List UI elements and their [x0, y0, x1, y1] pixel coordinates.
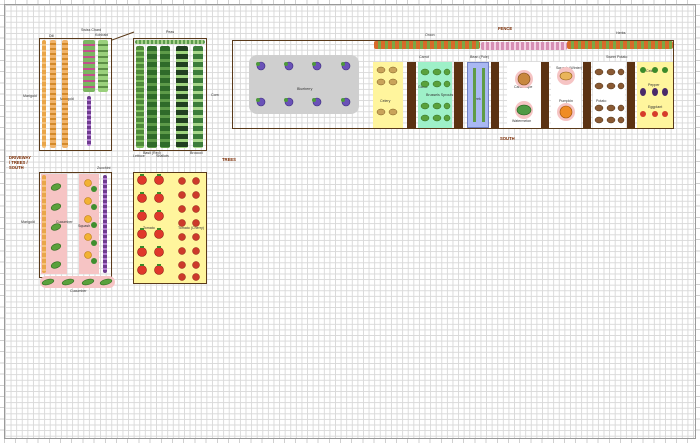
driveway-label-text: DRIVEWAY / TREES / SOUTH	[9, 155, 31, 170]
kale-row-1	[147, 46, 157, 148]
zucchini-label: Zucchini	[97, 166, 111, 170]
herb-fence-row	[567, 41, 673, 49]
marigold-left-top-label: Marigold	[23, 94, 37, 98]
peas-label: Peas	[166, 30, 175, 34]
lettuce-row	[136, 46, 144, 148]
trees-label: TREES	[222, 157, 236, 162]
carrot-label: Carrot	[419, 55, 429, 59]
driveway-label: DRIVEWAY / TREES / SOUTH	[9, 155, 31, 170]
onion-label: Onion	[425, 33, 435, 37]
dill-label: Dill	[49, 34, 54, 38]
kohlrabi-row	[98, 40, 108, 92]
ruler-right	[696, 4, 700, 439]
marigold-row-left	[42, 40, 46, 148]
shallots-label: Shallots	[156, 154, 169, 158]
bean-pole-label: Bean (Pole)	[470, 55, 489, 59]
blueberry-bushes	[256, 61, 351, 107]
cucumber-bottom-label: Cucumber	[70, 289, 87, 293]
ruler-bottom	[4, 439, 696, 443]
south-label: SOUTH	[500, 136, 515, 141]
pea-trellis-row	[135, 40, 205, 44]
kohlrabi-label: Kohlrabi	[95, 33, 109, 37]
swiss-chard-row	[83, 40, 95, 92]
herbs-label: Herbs	[616, 31, 626, 35]
cucumber-bottom-plants	[41, 278, 113, 286]
kale-row-2	[160, 46, 170, 148]
ruler-top	[4, 0, 696, 4]
garden-plan-canvas: DRIVEWAY / TREES / SOUTH TREES FENCE SOU…	[0, 0, 700, 443]
cucurbit-plants	[50, 179, 97, 269]
marigold-left-bottom-label: Marigold	[21, 220, 35, 224]
basil-row	[87, 96, 91, 146]
onion-fence-row	[481, 42, 567, 50]
broccoli-row-2	[193, 46, 203, 148]
marigold-row-bottom	[42, 175, 46, 273]
dill-row	[50, 40, 56, 148]
broccoli-row-1	[176, 46, 188, 148]
lane-plants	[376, 66, 668, 124]
fence-label: FENCE	[498, 26, 513, 31]
sweet-potato-label: Sweet Potato	[606, 55, 628, 59]
tomato-plants	[137, 174, 200, 281]
carrot-fence-row	[374, 41, 480, 49]
corn-label: Corn	[211, 93, 219, 97]
broccoli-label: Broccoli	[190, 151, 203, 155]
ruler-left	[0, 4, 4, 439]
marigold-row-mid	[62, 40, 68, 148]
